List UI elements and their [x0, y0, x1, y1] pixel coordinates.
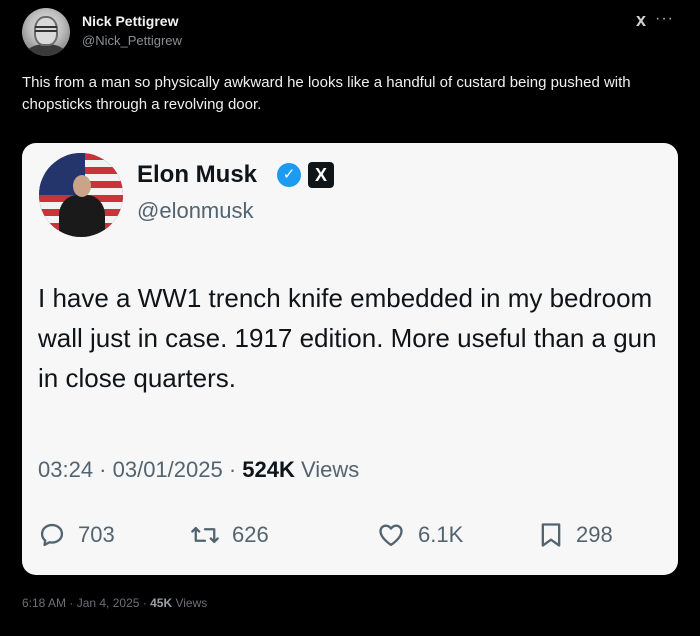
reply-count: 703 [78, 522, 115, 547]
quoted-views-label: Views [301, 457, 360, 482]
bookmark-button[interactable]: 298 [538, 515, 613, 555]
views-count: 45K [150, 596, 173, 610]
reply-icon [40, 523, 64, 547]
avatar-body [59, 195, 105, 237]
repost-icon [191, 526, 219, 544]
views-label: Views [175, 596, 208, 610]
quoted-tweet-card[interactable]: Elon Musk ✓ X @elonmusk I have a WW1 tre… [22, 143, 678, 575]
author-name[interactable]: Nick Pettigrew [82, 13, 178, 29]
outer-tweet-header: Nick Pettigrew @Nick_Pettigrew x ··· [22, 8, 682, 60]
quoted-tweet-text: I have a WW1 trench knife embedded in my… [38, 283, 657, 393]
quoted-tweet-meta: 03:24 · 03/01/2025 · 524K Views [38, 457, 359, 483]
quoted-author-handle[interactable]: @elonmusk [137, 198, 254, 224]
quoted-views-count: 524K [242, 457, 295, 482]
tweet-footer: 6:18 AM · Jan 4, 2025 · 45K Views [22, 596, 207, 610]
quoted-author-name[interactable]: Elon Musk [137, 161, 257, 189]
tweet-text: This from a man so physically awkward he… [22, 74, 631, 113]
avatar-glasses [35, 26, 57, 32]
quoted-avatar[interactable] [39, 153, 123, 237]
reply-button[interactable]: 703 [38, 515, 115, 555]
more-options-icon[interactable]: ··· [655, 10, 674, 28]
bookmark-count: 298 [576, 522, 613, 547]
author-handle[interactable]: @Nick_Pettigrew [82, 33, 182, 48]
repost-button[interactable]: 626 [190, 515, 269, 555]
bookmark-icon [541, 523, 561, 547]
like-button[interactable]: 6.1K [376, 515, 463, 555]
tweet-actions: 703 626 6.1K 298 [38, 515, 658, 555]
tweet-datetime[interactable]: 6:18 AM · Jan 4, 2025 · [22, 596, 147, 610]
x-affiliation-badge-icon: X [308, 162, 334, 188]
x-logo-icon: x [635, 10, 646, 30]
verified-check-icon: ✓ [277, 163, 301, 187]
avatar-head [73, 175, 91, 197]
quoted-tweet-datetime[interactable]: 03:24 · 03/01/2025 · [38, 457, 236, 482]
heart-icon [379, 524, 403, 547]
like-count: 6.1K [418, 522, 464, 547]
avatar[interactable] [22, 8, 70, 56]
repost-count: 626 [232, 522, 269, 547]
